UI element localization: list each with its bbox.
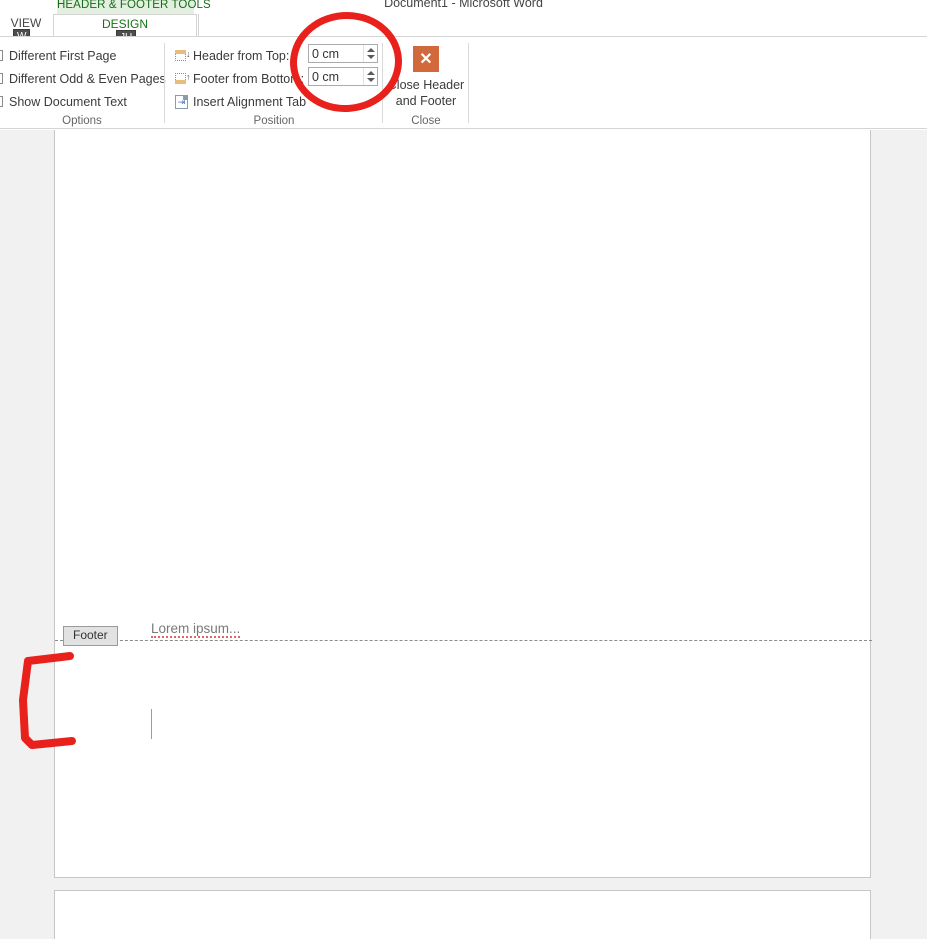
header-from-top-icon: ↓	[175, 49, 191, 62]
document-title: Document1 - Microsoft Word	[384, 0, 543, 10]
checkbox-label: Show Document Text	[9, 94, 127, 109]
close-x-glyph: ✕	[419, 51, 433, 68]
footer-text-value: Lorem ipsum...	[151, 621, 241, 638]
ribbon-group-position: ↓ Header from Top: ↑ Footer from Bottom:…	[166, 37, 382, 129]
group-label-options: Options	[62, 115, 102, 127]
close-label-line-1: Close Header	[387, 78, 465, 92]
spin-up-icon[interactable]	[367, 71, 375, 75]
field-row-header-from-top: ↓ Header from Top:	[175, 45, 289, 66]
ribbon-tab-row: VIEW DESIGN	[0, 14, 927, 36]
footer-text[interactable]: Lorem ipsum...	[151, 621, 241, 638]
spinner-footer-from-bottom[interactable]	[308, 67, 378, 86]
tab-row-divider	[198, 14, 199, 36]
checkbox-icon[interactable]	[0, 96, 3, 107]
footer-separator-line	[55, 640, 872, 641]
group-divider-2	[382, 43, 383, 123]
checkbox-icon[interactable]	[0, 50, 3, 61]
checkbox-icon[interactable]	[0, 73, 3, 84]
group-label-position: Position	[253, 115, 295, 127]
checkbox-different-odd-even-pages[interactable]: Different Odd & Even Pages	[0, 68, 166, 89]
checkbox-different-first-page[interactable]: Different First Page	[0, 45, 116, 66]
field-label-header-from-top: Header from Top:	[193, 48, 290, 63]
spin-up-icon[interactable]	[367, 48, 375, 52]
close-header-and-footer-button[interactable]: ✕ Close Header and Footer	[384, 43, 468, 123]
ribbon-group-options: Different First Page Different Odd & Eve…	[0, 37, 166, 129]
header-from-top-spin-buttons[interactable]	[363, 45, 377, 62]
button-insert-alignment-tab[interactable]: ⇥ Insert Alignment Tab	[175, 91, 306, 112]
checkbox-label: Different Odd & Even Pages	[9, 71, 166, 86]
footer-insertion-marker	[151, 709, 152, 739]
checkbox-label: Different First Page	[9, 48, 117, 63]
footer-tag[interactable]: Footer	[63, 626, 118, 646]
insert-alignment-tab-icon: ⇥	[175, 94, 188, 109]
title-bar: HEADER & FOOTER TOOLS Document1 - Micros…	[0, 0, 927, 14]
close-header-and-footer-label: Close Header and Footer	[388, 77, 464, 109]
footer-from-bottom-spin-buttons[interactable]	[363, 68, 377, 85]
document-canvas[interactable]: Footer Lorem ipsum... Header New page	[0, 130, 927, 939]
group-label-close: Close	[411, 115, 441, 127]
close-label-line-2: and Footer	[395, 94, 457, 108]
spin-down-icon[interactable]	[367, 55, 375, 59]
footer-from-bottom-icon: ↑	[175, 72, 191, 85]
spinner-header-from-top[interactable]	[308, 44, 378, 63]
page-1[interactable]: Footer Lorem ipsum...	[54, 130, 872, 878]
close-x-icon: ✕	[413, 46, 439, 72]
ribbon-group-close: ✕ Close Header and Footer Close	[384, 37, 468, 129]
group-divider-1	[164, 43, 165, 123]
spin-down-icon[interactable]	[367, 78, 375, 82]
button-label-insert-alignment-tab: Insert Alignment Tab	[193, 94, 307, 109]
ribbon: Different First Page Different Odd & Eve…	[0, 36, 927, 129]
checkbox-show-document-text[interactable]: Show Document Text	[0, 91, 127, 112]
field-row-footer-from-bottom: ↑ Footer from Bottom:	[175, 68, 304, 89]
footer-from-bottom-input[interactable]	[309, 68, 363, 85]
field-label-footer-from-bottom: Footer from Bottom:	[193, 71, 305, 86]
group-divider-3	[468, 43, 469, 123]
header-from-top-input[interactable]	[309, 45, 363, 62]
page-2[interactable]: Header New page	[54, 890, 871, 939]
word-window: HEADER & FOOTER TOOLS Document1 - Micros…	[0, 0, 927, 939]
